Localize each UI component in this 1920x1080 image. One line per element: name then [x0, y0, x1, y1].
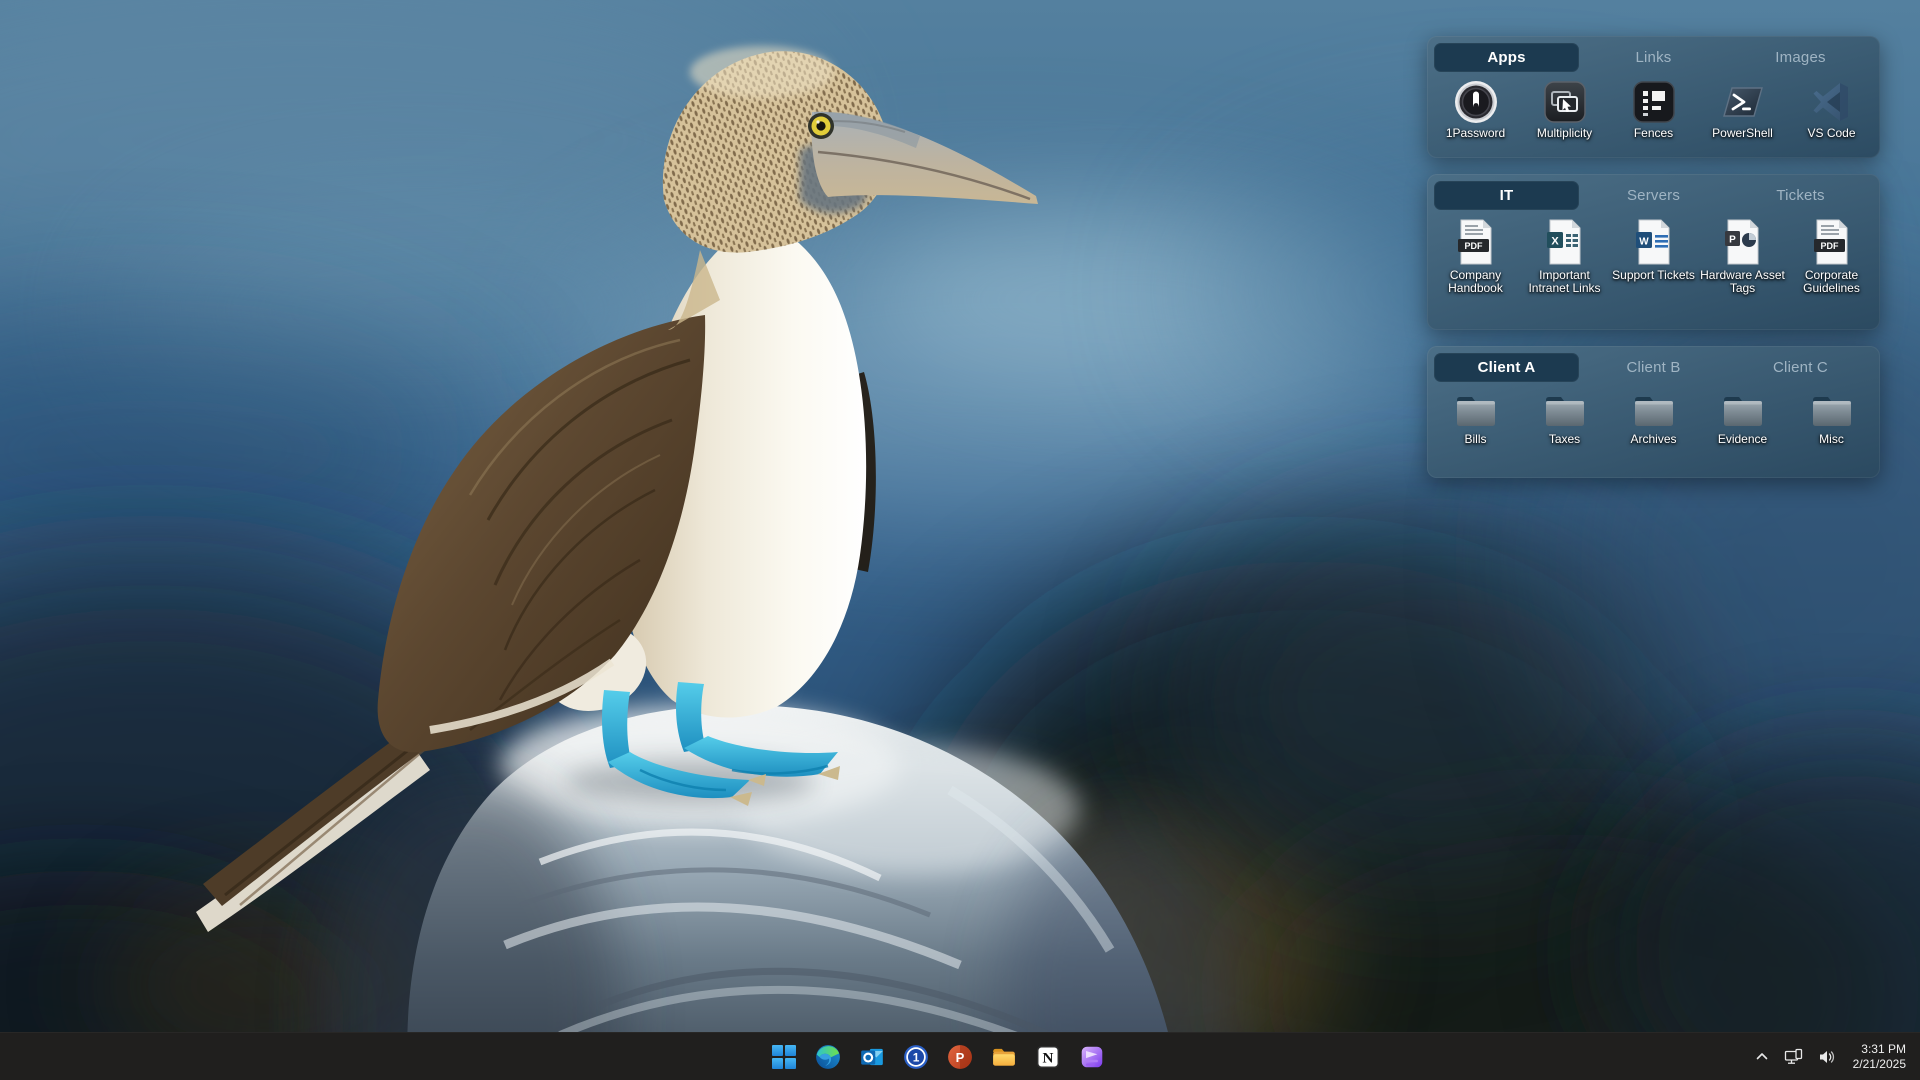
- powerpoint-document-icon: P: [1723, 216, 1763, 266]
- shortcut-label: Misc: [1819, 433, 1844, 446]
- tab-it[interactable]: IT: [1434, 181, 1579, 210]
- tab-client-b[interactable]: Client B: [1581, 353, 1726, 382]
- fence-panel-clients: Client A Client B Client C Bills: [1427, 346, 1880, 478]
- tab-links[interactable]: Links: [1581, 43, 1726, 72]
- svg-text:X: X: [1551, 236, 1559, 248]
- folder-icon: [1542, 388, 1588, 430]
- tab-client-a[interactable]: Client A: [1434, 353, 1579, 382]
- clipchamp-button[interactable]: [1070, 1037, 1114, 1077]
- wallpaper-scene: [0, 0, 1920, 1080]
- svg-text:W: W: [1639, 237, 1649, 248]
- powerpoint-button[interactable]: P: [938, 1037, 982, 1077]
- shortcut-vscode[interactable]: VS Code: [1787, 78, 1876, 140]
- shortcut-label: Hardware Asset Tags: [1699, 269, 1787, 295]
- shortcut-label: 1Password: [1446, 127, 1505, 140]
- fence-it-tabs: IT Servers Tickets: [1427, 174, 1880, 210]
- file-explorer-button[interactable]: [982, 1037, 1026, 1077]
- shortcut-label: Evidence: [1718, 433, 1767, 446]
- svg-text:P: P: [956, 1050, 965, 1065]
- shortcut-important-intranet-links[interactable]: X Important Intranet Links: [1520, 216, 1609, 295]
- start-button[interactable]: [762, 1037, 806, 1077]
- excel-document-icon: X: [1545, 216, 1585, 266]
- 1password-button[interactable]: 1: [894, 1037, 938, 1077]
- pdf-document-icon: PDF: [1456, 216, 1496, 266]
- svg-text:P: P: [1729, 235, 1736, 246]
- outlook-button[interactable]: [850, 1037, 894, 1077]
- taskbar-tray: 3:31 PM 2/21/2025: [1749, 1033, 1920, 1080]
- svg-text:PDF: PDF: [1464, 241, 1483, 251]
- powerpoint-icon: P: [947, 1044, 973, 1070]
- volume-icon: [1818, 1049, 1836, 1065]
- shortcut-powershell[interactable]: PowerShell: [1698, 78, 1787, 140]
- notion-button[interactable]: N: [1026, 1037, 1070, 1077]
- taskbar: 1 P N: [0, 1032, 1920, 1080]
- 1password-icon: 1: [903, 1044, 929, 1070]
- volume-tray-button[interactable]: [1813, 1039, 1841, 1075]
- taskbar-app-icons: 1 P N: [762, 1033, 1114, 1080]
- fences-icon: [1632, 78, 1676, 124]
- tab-tickets[interactable]: Tickets: [1728, 181, 1873, 210]
- folder-archives[interactable]: Archives: [1609, 388, 1698, 446]
- powershell-icon: [1720, 78, 1766, 124]
- shortcut-corporate-guidelines[interactable]: PDF Corporate Guidelines: [1787, 216, 1876, 295]
- folder-icon: [1720, 388, 1766, 430]
- folder-bills[interactable]: Bills: [1431, 388, 1520, 446]
- edge-button[interactable]: [806, 1037, 850, 1077]
- shortcut-label: Company Handbook: [1432, 269, 1520, 295]
- 1password-icon: [1454, 78, 1498, 124]
- shortcut-support-tickets[interactable]: W Support Tickets: [1609, 216, 1698, 295]
- tab-images[interactable]: Images: [1728, 43, 1873, 72]
- svg-text:N: N: [1043, 1049, 1054, 1066]
- shortcut-label: VS Code: [1807, 127, 1855, 140]
- edge-icon: [815, 1044, 841, 1070]
- windows-start-icon: [772, 1045, 796, 1069]
- tab-servers[interactable]: Servers: [1581, 181, 1726, 210]
- svg-text:1: 1: [913, 1051, 920, 1065]
- clipchamp-icon: [1079, 1044, 1105, 1070]
- desktop-wallpaper: [0, 0, 1920, 1080]
- folder-icon: [1809, 388, 1855, 430]
- taskbar-clock[interactable]: 3:31 PM 2/21/2025: [1845, 1042, 1906, 1072]
- file-explorer-icon: [991, 1044, 1017, 1070]
- clock-date: 2/21/2025: [1853, 1057, 1906, 1072]
- folder-misc[interactable]: Misc: [1787, 388, 1876, 446]
- shortcut-fences[interactable]: Fences: [1609, 78, 1698, 140]
- shortcut-company-handbook[interactable]: PDF Company Handbook: [1431, 216, 1520, 295]
- shortcut-1password[interactable]: 1Password: [1431, 78, 1520, 140]
- fence-clients-tabs: Client A Client B Client C: [1427, 346, 1880, 382]
- shortcut-multiplicity[interactable]: Multiplicity: [1520, 78, 1609, 140]
- tab-apps[interactable]: Apps: [1434, 43, 1579, 72]
- multiplicity-icon: [1543, 78, 1587, 124]
- notion-icon: N: [1035, 1044, 1061, 1070]
- pdf-document-icon: PDF: [1812, 216, 1852, 266]
- shortcut-label: PowerShell: [1712, 127, 1773, 140]
- fence-panel-apps: Apps Links Images 1Password: [1427, 36, 1880, 158]
- hidden-icons-chevron[interactable]: [1749, 1039, 1775, 1075]
- clock-time: 3:31 PM: [1853, 1042, 1906, 1057]
- folder-taxes[interactable]: Taxes: [1520, 388, 1609, 446]
- shortcut-label: Fences: [1634, 127, 1673, 140]
- shortcut-label: Multiplicity: [1537, 127, 1592, 140]
- vscode-icon: [1810, 78, 1854, 124]
- folder-icon: [1453, 388, 1499, 430]
- network-tray-button[interactable]: [1779, 1039, 1809, 1075]
- bird-eye: [808, 113, 834, 139]
- shortcut-label: Taxes: [1549, 433, 1580, 446]
- shortcut-label: Bills: [1464, 433, 1486, 446]
- shortcut-label: Support Tickets: [1612, 269, 1695, 282]
- chevron-up-icon: [1754, 1049, 1770, 1065]
- tab-client-c[interactable]: Client C: [1728, 353, 1873, 382]
- svg-text:PDF: PDF: [1820, 241, 1839, 251]
- folder-evidence[interactable]: Evidence: [1698, 388, 1787, 446]
- network-icon: [1784, 1048, 1804, 1066]
- shortcut-label: Corporate Guidelines: [1788, 269, 1876, 295]
- word-document-icon: W: [1634, 216, 1674, 266]
- fence-panel-it: IT Servers Tickets PDF Company Handbook: [1427, 174, 1880, 330]
- folder-icon: [1631, 388, 1677, 430]
- shortcut-label: Archives: [1630, 433, 1676, 446]
- shortcut-label: Important Intranet Links: [1521, 269, 1609, 295]
- fence-apps-tabs: Apps Links Images: [1427, 36, 1880, 72]
- outlook-icon: [859, 1044, 885, 1070]
- shortcut-hardware-asset-tags[interactable]: P Hardware Asset Tags: [1698, 216, 1787, 295]
